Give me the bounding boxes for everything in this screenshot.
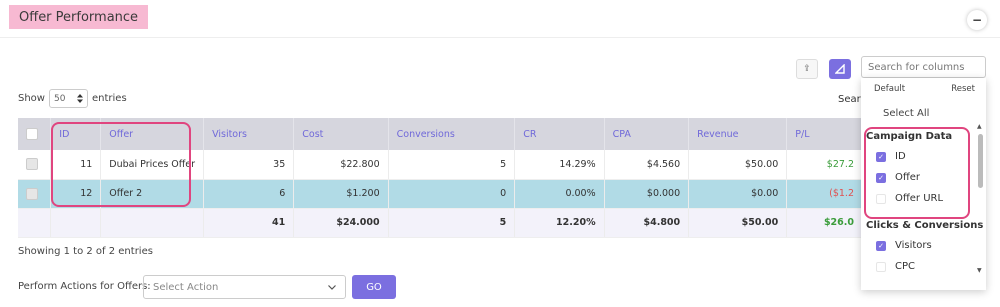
- totals-row: 41 $24.000 5 12.20% $4.800 $50.00 $26.0: [18, 208, 863, 238]
- cell-id: 12: [50, 179, 102, 209]
- cell-revenue: $50.00: [688, 150, 788, 180]
- table-header-row: ID Offer Visitors Cost Conversions CR CP…: [18, 118, 863, 150]
- chart-icon: [835, 64, 845, 74]
- scroll-down-icon[interactable]: ▼: [977, 267, 982, 274]
- table-info: Showing 1 to 2 of 2 entries: [18, 246, 153, 257]
- action-select-value: Select Action: [153, 281, 219, 293]
- collapse-button[interactable]: −: [967, 10, 987, 30]
- total-conversions: 5: [388, 208, 516, 238]
- column-option-cpc[interactable]: CPC: [861, 256, 986, 277]
- column-option-visitors[interactable]: ✓ Visitors: [861, 235, 986, 256]
- col-pl-header[interactable]: P/L: [786, 118, 863, 150]
- table-row[interactable]: 11 Dubai Prices Offer 35 $22.800 5 14.29…: [18, 150, 863, 180]
- page-title: Offer Performance: [19, 9, 139, 25]
- cell-cpa: $0.000: [604, 179, 690, 209]
- cell-pl: ($1.2: [786, 179, 863, 209]
- offer-table: ID Offer Visitors Cost Conversions CR CP…: [18, 118, 863, 238]
- cell-visitors: 6: [203, 179, 295, 209]
- row-checkbox[interactable]: [26, 158, 38, 171]
- chevron-down-icon: [328, 284, 336, 290]
- entries-select[interactable]: 50: [48, 89, 88, 108]
- header-divider: [0, 37, 1000, 38]
- select-all-columns[interactable]: Select All: [861, 102, 986, 124]
- select-all-header[interactable]: [18, 118, 52, 150]
- group-clicks-conversions: Clicks & Conversions: [866, 219, 984, 231]
- totals-blank-cell: [50, 208, 102, 238]
- cell-offer[interactable]: Dubai Prices Offer: [100, 150, 205, 180]
- column-option-offer[interactable]: ✓ Offer: [861, 167, 986, 188]
- col-revenue-header[interactable]: Revenue: [688, 118, 788, 150]
- checkbox-checked[interactable]: ✓: [876, 240, 886, 251]
- cell-conversions: 0: [388, 179, 516, 209]
- col-cost-header[interactable]: Cost: [293, 118, 389, 150]
- row-select-cell[interactable]: [18, 150, 52, 180]
- col-cpa-header[interactable]: CPA: [604, 118, 690, 150]
- checkbox-unchecked[interactable]: [876, 261, 886, 272]
- totals-blank-cell: [100, 208, 205, 238]
- offer-performance-page: Offer Performance − ⇪ Show 50 entries Se…: [0, 0, 1000, 307]
- panel-scrollbar[interactable]: [978, 134, 983, 188]
- cell-cr: 0.00%: [514, 179, 605, 209]
- column-option-label: ID: [895, 151, 906, 162]
- total-revenue: $50.00: [688, 208, 788, 238]
- cell-pl: $27.2: [786, 150, 863, 180]
- cell-cpa: $4.560: [604, 150, 690, 180]
- export-icon: ⇪: [803, 64, 811, 74]
- export-button[interactable]: ⇪: [796, 59, 818, 79]
- col-cr-header[interactable]: CR: [514, 118, 605, 150]
- entries-label: entries: [91, 93, 127, 104]
- column-option-id[interactable]: ✓ ID: [861, 146, 986, 167]
- entries-value: 50: [53, 93, 66, 104]
- col-visitors-header[interactable]: Visitors: [203, 118, 295, 150]
- cell-visitors: 35: [203, 150, 295, 180]
- chart-toggle-button[interactable]: [829, 59, 851, 79]
- total-visitors: 41: [203, 208, 295, 238]
- total-pl: $26.0: [786, 208, 863, 238]
- length-control: Show 50 entries: [18, 89, 127, 108]
- cell-offer[interactable]: Offer 2: [100, 179, 205, 209]
- default-button[interactable]: Default: [874, 84, 905, 98]
- total-cr: 12.20%: [514, 208, 605, 238]
- row-select-cell[interactable]: [18, 179, 52, 209]
- checkbox-checked[interactable]: ✓: [876, 172, 886, 183]
- go-button[interactable]: GO: [352, 275, 396, 299]
- actions-label: Perform Actions for Offers:: [18, 281, 151, 292]
- cell-conversions: 5: [388, 150, 516, 180]
- column-option-offer-url[interactable]: Offer URL: [861, 188, 986, 209]
- cell-id: 11: [50, 150, 102, 180]
- table-row[interactable]: 12 Offer 2 6 $1.200 0 0.00% $0.000 $0.00…: [18, 179, 863, 209]
- column-search-input[interactable]: Search for columns: [861, 56, 986, 78]
- panel-actions: Default Reset: [861, 78, 986, 98]
- page-title-badge: Offer Performance: [9, 5, 149, 29]
- updown-icon: [76, 94, 83, 103]
- column-picker-panel: Default Reset Select All Campaign Data ✓…: [861, 78, 986, 290]
- row-checkbox[interactable]: [26, 187, 38, 200]
- column-option-label: Offer: [895, 172, 921, 183]
- total-cost: $24.000: [293, 208, 389, 238]
- column-option-label: Visitors: [895, 240, 932, 251]
- action-select[interactable]: Select Action: [143, 275, 346, 299]
- group-campaign-data: Campaign Data: [866, 130, 953, 142]
- cell-cost: $22.800: [293, 150, 389, 180]
- select-all-checkbox[interactable]: [26, 128, 38, 140]
- show-label: Show: [18, 93, 45, 104]
- checkbox-checked[interactable]: ✓: [876, 151, 886, 162]
- scroll-up-icon[interactable]: ▲: [977, 123, 982, 130]
- reset-button[interactable]: Reset: [951, 84, 975, 98]
- checkbox-unchecked[interactable]: [876, 193, 886, 204]
- col-conversions-header[interactable]: Conversions: [388, 118, 516, 150]
- column-option-label: CPC: [895, 261, 915, 272]
- totals-blank-cell: [18, 208, 52, 238]
- cell-cost: $1.200: [293, 179, 389, 209]
- total-cpa: $4.800: [604, 208, 690, 238]
- cell-cr: 14.29%: [514, 150, 605, 180]
- cell-revenue: $0.00: [688, 179, 788, 209]
- col-offer-header[interactable]: Offer: [100, 118, 205, 150]
- col-id-header[interactable]: ID: [50, 118, 102, 150]
- column-option-label: Offer URL: [895, 193, 944, 204]
